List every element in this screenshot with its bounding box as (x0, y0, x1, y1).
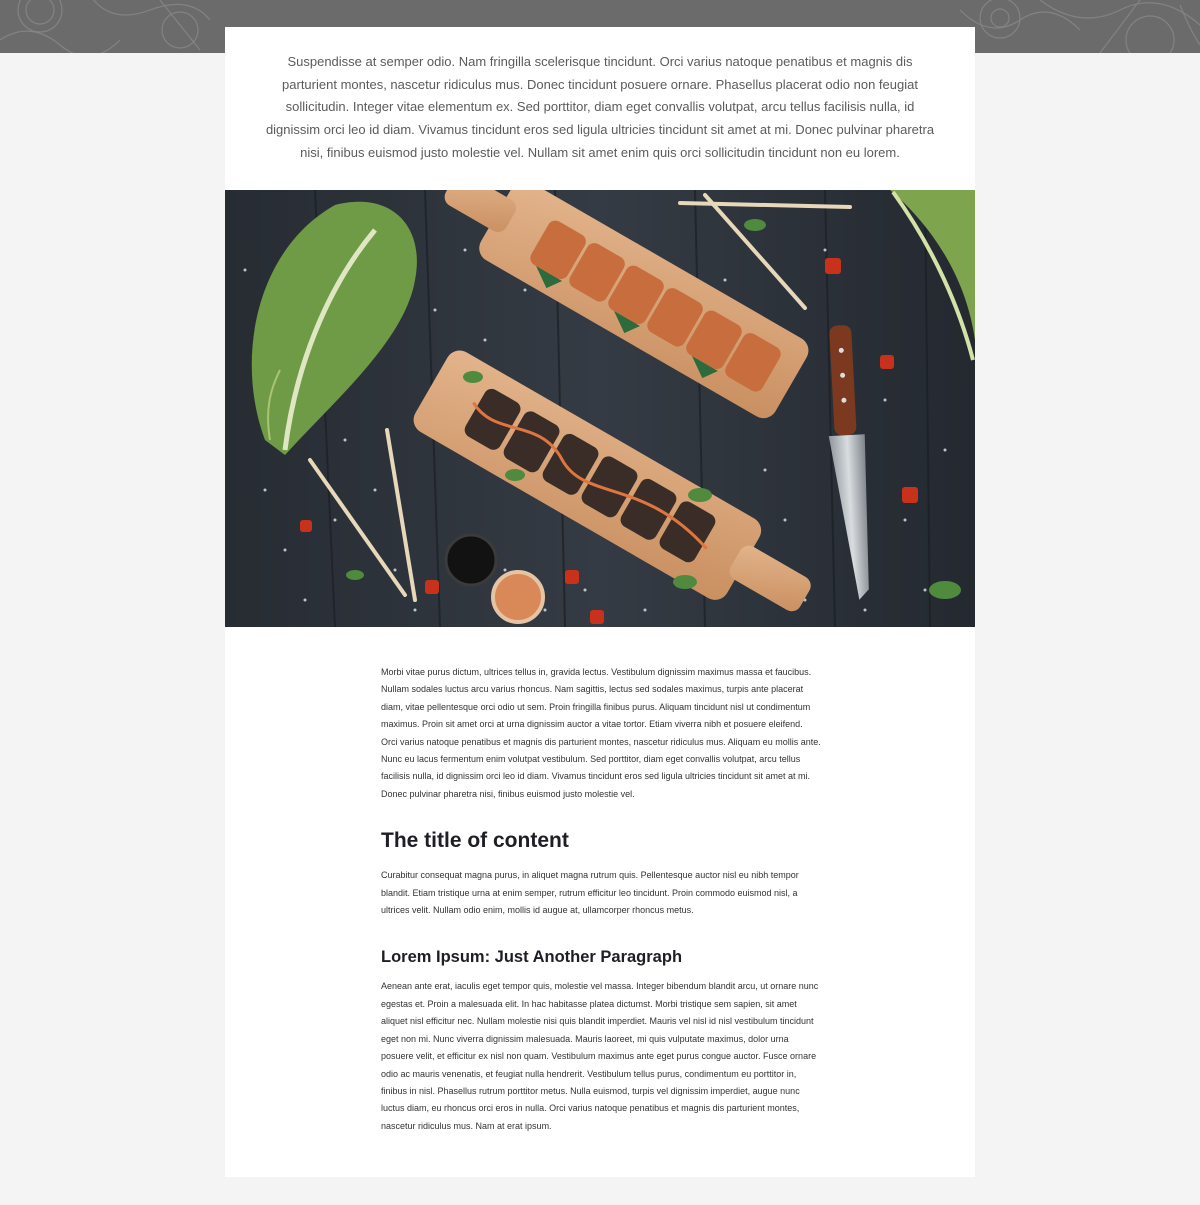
article-paragraph-3: Aenean ante erat, iaculis eget tempor qu… (381, 981, 819, 1131)
intro-paragraph: Suspendisse at semper odio. Nam fringill… (265, 54, 935, 160)
article-paragraph-2: Curabitur consequat magna purus, in aliq… (381, 870, 799, 916)
content-subtitle: Lorem Ipsum: Just Another Paragraph (381, 948, 683, 967)
content-card: Suspendisse at semper odio. Nam fringill… (225, 27, 975, 1177)
content-title: The title of content (381, 829, 569, 853)
sushi-photo (225, 190, 975, 627)
article-paragraph-1: Morbi vitae purus dictum, ultrices tellu… (381, 667, 821, 799)
article-body: Morbi vitae purus dictum, ultrices tellu… (381, 664, 821, 1135)
hero-image (225, 190, 975, 627)
